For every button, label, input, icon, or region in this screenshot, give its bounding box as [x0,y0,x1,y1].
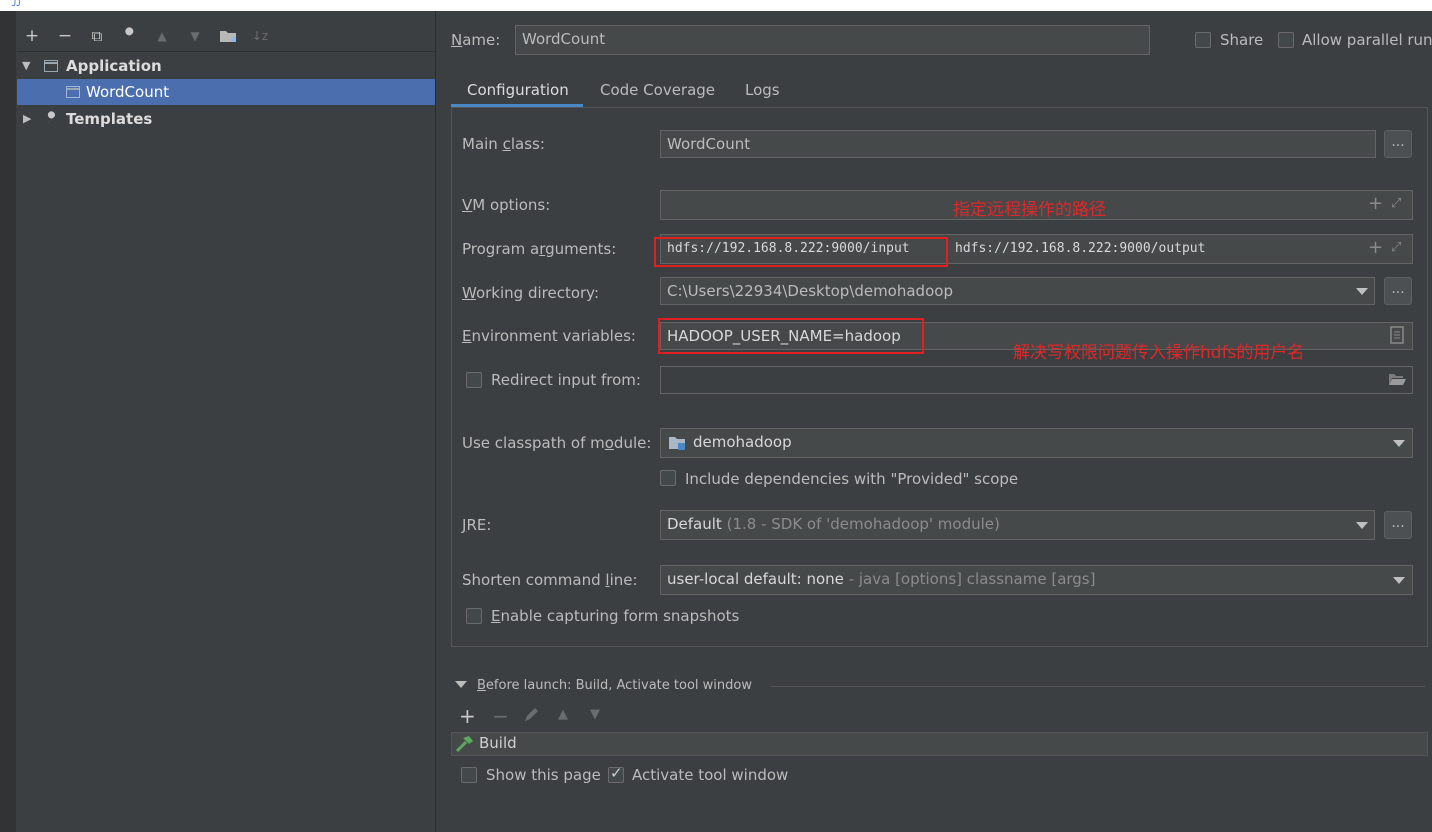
jre-default-value: Default [667,515,722,533]
allow-parallel-label: Allow parallel run [1302,31,1432,49]
document-icon[interactable] [1390,326,1404,348]
arrow-up-icon[interactable]: ▲ [151,25,173,47]
shorten-command-line-label: Shorten command line: [462,571,638,589]
environment-variables-label: Environment variables: [462,327,636,345]
program-arguments-label: Program arguments: [462,240,617,258]
collapse-arrow-icon[interactable] [455,681,467,688]
before-launch-task-build[interactable]: Build [451,732,1428,756]
shorten-default-value: user-local default: none [667,570,844,588]
expand-arrow-icon[interactable]: ▼ [22,53,30,79]
chevron-down-icon [1356,288,1368,295]
tree-item-wordcount[interactable]: WordCount [17,79,435,105]
chevron-down-icon [1356,522,1368,529]
activate-tool-window-label: Activate tool window [632,766,789,784]
tree-item-templates[interactable]: ▶ Templates [17,106,435,132]
program-arg-output-path: hdfs://192.168.8.222:9000/output [955,241,1206,256]
module-folder-icon [668,435,686,455]
remove-task-minus-icon[interactable]: − [492,704,509,728]
hammer-icon [455,735,475,757]
tab-code-coverage[interactable]: Code Coverage [600,77,715,107]
main-class-browse-button[interactable]: ... [1384,130,1412,158]
classpath-module-select[interactable]: demohadoop [660,428,1413,458]
highlight-box-input-path [654,237,948,267]
chevron-down-icon[interactable] [1393,440,1405,447]
application-icon [44,60,58,72]
name-input[interactable]: WordCount [515,25,1150,55]
vm-options-annotation: 指定远程操作的路径 [953,200,1106,220]
expand-icon[interactable]: ⤢ [1391,196,1401,211]
tree-label-templates: Templates [66,110,153,128]
share-label: Share [1220,31,1264,49]
vm-options-label: VM options: [462,196,551,214]
before-launch-title: Before launch: Build, Activate tool wind… [477,678,752,693]
working-directory-dropdown[interactable] [1349,277,1375,305]
edit-pencil-icon[interactable] [523,707,541,727]
left-edge-gutter [0,11,16,832]
app-logo-icon: ᴊᴊ [12,0,21,9]
working-directory-input[interactable]: C:\Users\22934\Desktop\demohadoop [660,277,1350,305]
folder-open-icon[interactable] [1388,372,1406,390]
classpath-module-label: Use classpath of module: [462,434,652,452]
main-class-label: Main class: [462,135,545,153]
jre-detail: (1.8 - SDK of 'demohadoop' module) [726,515,1000,533]
env-vars-annotation: 解决写权限问题传入操作hdfs的用户名 [1013,343,1305,363]
jre-dropdown[interactable] [1349,510,1375,540]
allow-parallel-checkbox[interactable] [1278,32,1294,48]
activate-tool-window-checkbox[interactable] [608,764,624,783]
plus-icon[interactable]: + [21,25,43,47]
redirect-input-checkbox[interactable] [466,372,482,388]
folder-icon[interactable] [217,25,239,47]
jre-browse-button[interactable]: ... [1384,511,1412,539]
highlight-box-env-vars [658,318,924,354]
enable-snapshots-checkbox[interactable] [466,608,482,624]
show-this-page-checkbox[interactable] [461,767,477,783]
plus-icon[interactable]: + [1368,193,1383,214]
chevron-down-icon[interactable] [1393,577,1405,584]
build-task-label: Build [479,734,517,752]
jre-select[interactable]: Default (1.8 - SDK of 'demohadoop' modul… [660,510,1350,540]
enable-snapshots-label: Enable capturing form snapshots [491,607,740,625]
show-this-page-label: Show this page [486,766,601,784]
plus-icon[interactable]: + [1368,237,1383,258]
working-directory-label: Working directory: [462,284,600,302]
application-icon [66,86,80,98]
include-dependencies-checkbox[interactable] [660,470,676,486]
tree-item-application[interactable]: ▼ Application [17,53,435,79]
section-separator [770,686,1425,687]
wrench-icon [44,106,60,135]
move-up-icon[interactable]: ▲ [558,707,568,722]
copy-icon[interactable]: ⧉ [86,25,108,47]
tab-configuration[interactable]: Configuration [467,77,569,107]
main-class-input[interactable]: WordCount [660,130,1376,158]
name-label: Name: [451,31,501,49]
move-down-icon[interactable]: ▼ [590,707,600,722]
redirect-input-field[interactable] [660,366,1413,394]
tree-label-wordcount: WordCount [86,83,170,101]
tab-logs[interactable]: Logs [745,77,780,107]
configuration-tree: ▼ Application WordCount ▶ Templates [17,51,435,832]
shorten-detail: - java [options] classname [args] [848,570,1096,588]
collapse-arrow-icon[interactable]: ▶ [23,106,31,132]
include-dependencies-label: Include dependencies with "Provided" sco… [685,470,1019,488]
arrow-down-icon[interactable]: ▼ [184,25,206,47]
tree-label-application: Application [66,57,162,75]
jre-label: JRE: [462,516,492,534]
sort-icon[interactable]: ↓z [249,25,271,47]
title-bar: ᴊᴊ [0,0,1432,11]
shorten-command-line-select[interactable]: user-local default: none - java [options… [660,565,1413,595]
share-checkbox[interactable] [1195,32,1211,48]
wrench-icon[interactable] [119,25,141,47]
working-directory-browse-button[interactable]: ... [1384,277,1412,305]
add-task-plus-icon[interactable]: + [459,704,476,728]
redirect-input-label: Redirect input from: [491,371,641,389]
minus-icon[interactable]: − [54,25,76,47]
expand-icon[interactable]: ⤢ [1391,240,1401,255]
